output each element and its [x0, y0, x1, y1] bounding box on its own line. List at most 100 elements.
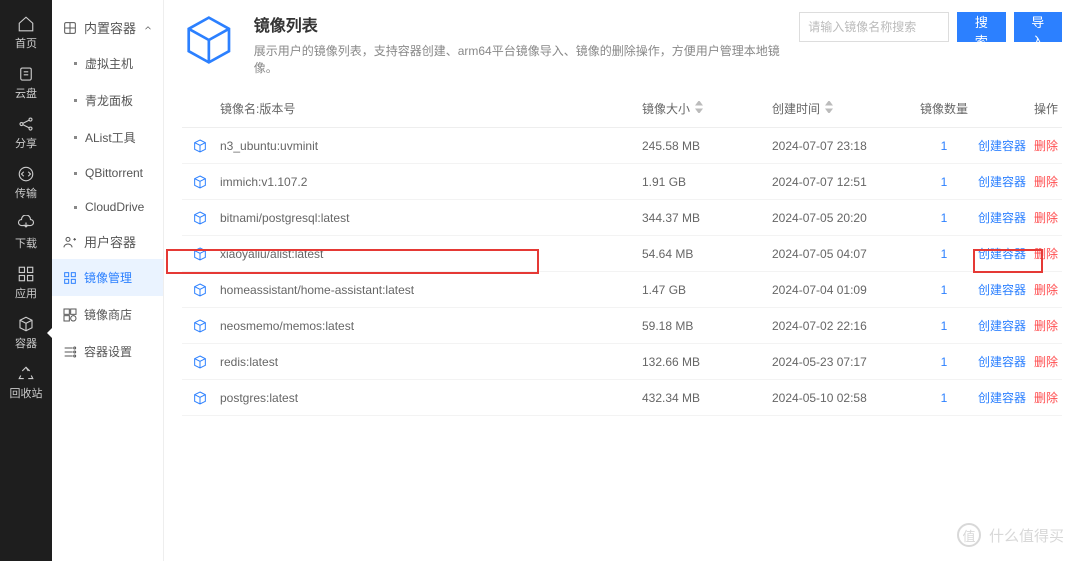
image-size: 59.18 MB: [642, 319, 772, 333]
create-container-link[interactable]: 创建容器: [978, 247, 1026, 261]
table-row: postgres:latest432.34 MB2024-05-10 02:58…: [182, 380, 1062, 416]
image-name[interactable]: homeassistant/home-assistant:latest: [182, 283, 642, 297]
row-ops: 创建容器删除: [976, 317, 1062, 334]
col-header-op: 操作: [976, 100, 1062, 117]
sidebar-item-4[interactable]: CloudDrive: [52, 190, 163, 224]
create-container-link[interactable]: 创建容器: [978, 211, 1026, 225]
search-button[interactable]: 搜索: [957, 12, 1005, 42]
nav-cloud[interactable]: 云盘: [0, 58, 52, 108]
table-row: n3_ubuntu:uvminit245.58 MB2024-07-07 23:…: [182, 128, 1062, 164]
nav-apps[interactable]: 应用: [0, 258, 52, 308]
image-time: 2024-07-02 22:16: [772, 319, 912, 333]
table-row: redis:latest132.66 MB2024-05-23 07:171创建…: [182, 344, 1062, 380]
image-name[interactable]: bitnami/postgresql:latest: [182, 211, 642, 225]
image-name[interactable]: n3_ubuntu:uvminit: [182, 139, 642, 153]
delete-link[interactable]: 删除: [1034, 283, 1058, 297]
delete-link[interactable]: 删除: [1034, 247, 1058, 261]
delete-link[interactable]: 删除: [1034, 175, 1058, 189]
sidebar-section-user[interactable]: 用户容器: [52, 224, 163, 259]
import-button[interactable]: 导入: [1014, 12, 1062, 42]
image-table: 镜像名:版本号 镜像大小 创建时间 镜像数量 操作 n3_ubuntu:uvmi…: [182, 90, 1062, 416]
sidebar-item-1[interactable]: 青龙面板: [52, 82, 163, 119]
nav-container[interactable]: 容器: [0, 308, 52, 358]
create-container-link[interactable]: 创建容器: [978, 139, 1026, 153]
col-header-size[interactable]: 镜像大小: [642, 100, 772, 117]
image-name[interactable]: immich:v1.107.2: [182, 175, 642, 189]
image-count[interactable]: 1: [912, 319, 976, 333]
cube-icon: [182, 12, 236, 68]
sort-icon: [694, 101, 704, 116]
nav-share[interactable]: 分享: [0, 108, 52, 158]
image-size: 1.47 GB: [642, 283, 772, 297]
image-time: 2024-07-05 20:20: [772, 211, 912, 225]
image-size: 54.64 MB: [642, 247, 772, 261]
image-size: 1.91 GB: [642, 175, 772, 189]
image-count[interactable]: 1: [912, 139, 976, 153]
table-row: immich:v1.107.21.91 GB2024-07-07 12:511创…: [182, 164, 1062, 200]
image-time: 2024-07-07 12:51: [772, 175, 912, 189]
sidebar-section-builtin[interactable]: 内置容器: [52, 10, 163, 45]
table-row: xiaoyaliu/alist:latest54.64 MB2024-07-05…: [182, 236, 1062, 272]
image-count[interactable]: 1: [912, 391, 976, 405]
image-name[interactable]: postgres:latest: [182, 391, 642, 405]
nav-download[interactable]: 下载: [0, 208, 52, 258]
nav-home[interactable]: 首页: [0, 8, 52, 58]
cube-icon: [192, 282, 208, 298]
dark-sidebar: 首页云盘分享传输下载应用容器回收站: [0, 0, 52, 561]
image-count[interactable]: 1: [912, 175, 976, 189]
sidebar-item-0[interactable]: 虚拟主机: [52, 45, 163, 82]
table-row: neosmemo/memos:latest59.18 MB2024-07-02 …: [182, 308, 1062, 344]
image-size: 245.58 MB: [642, 139, 772, 153]
col-header-name[interactable]: 镜像名:版本号: [182, 100, 642, 117]
delete-link[interactable]: 删除: [1034, 319, 1058, 333]
image-time: 2024-07-05 04:07: [772, 247, 912, 261]
create-container-link[interactable]: 创建容器: [978, 175, 1026, 189]
image-size: 432.34 MB: [642, 391, 772, 405]
table-row: homeassistant/home-assistant:latest1.47 …: [182, 272, 1062, 308]
image-count[interactable]: 1: [912, 283, 976, 297]
row-ops: 创建容器删除: [976, 209, 1062, 226]
image-size: 344.37 MB: [642, 211, 772, 225]
image-time: 2024-07-07 23:18: [772, 139, 912, 153]
sidebar-item-2[interactable]: AList工具: [52, 119, 163, 156]
sidebar-image-store[interactable]: 镜像商店: [52, 296, 163, 333]
table-header: 镜像名:版本号 镜像大小 创建时间 镜像数量 操作: [182, 90, 1062, 128]
nav-recycle[interactable]: 回收站: [0, 358, 52, 408]
image-count[interactable]: 1: [912, 247, 976, 261]
row-ops: 创建容器删除: [976, 173, 1062, 190]
delete-link[interactable]: 删除: [1034, 211, 1058, 225]
create-container-link[interactable]: 创建容器: [978, 283, 1026, 297]
table-row: bitnami/postgresql:latest344.37 MB2024-0…: [182, 200, 1062, 236]
cube-icon: [192, 210, 208, 226]
nav-transfer[interactable]: 传输: [0, 158, 52, 208]
row-ops: 创建容器删除: [976, 245, 1062, 262]
image-count[interactable]: 1: [912, 211, 976, 225]
sidebar-container-settings[interactable]: 容器设置: [52, 333, 163, 370]
search-input[interactable]: [799, 12, 949, 42]
image-name[interactable]: xiaoyaliu/alist:latest: [182, 247, 642, 261]
image-time: 2024-05-23 07:17: [772, 355, 912, 369]
image-count[interactable]: 1: [912, 355, 976, 369]
watermark: 值 什么值得买: [957, 523, 1064, 547]
image-name[interactable]: neosmemo/memos:latest: [182, 319, 642, 333]
cube-icon: [192, 390, 208, 406]
delete-link[interactable]: 删除: [1034, 391, 1058, 405]
sidebar-item-3[interactable]: QBittorrent: [52, 156, 163, 190]
delete-link[interactable]: 删除: [1034, 139, 1058, 153]
image-name[interactable]: redis:latest: [182, 355, 642, 369]
sidebar-image-manage[interactable]: 镜像管理: [52, 259, 163, 296]
create-container-link[interactable]: 创建容器: [978, 391, 1026, 405]
light-sidebar: 内置容器 虚拟主机青龙面板AList工具QBittorrentCloudDriv…: [52, 0, 164, 561]
create-container-link[interactable]: 创建容器: [978, 355, 1026, 369]
sort-icon: [824, 101, 834, 116]
cube-icon: [192, 174, 208, 190]
delete-link[interactable]: 删除: [1034, 355, 1058, 369]
image-time: 2024-07-04 01:09: [772, 283, 912, 297]
create-container-link[interactable]: 创建容器: [978, 319, 1026, 333]
col-header-time[interactable]: 创建时间: [772, 100, 912, 117]
row-ops: 创建容器删除: [976, 389, 1062, 406]
image-time: 2024-05-10 02:58: [772, 391, 912, 405]
page-subtitle: 展示用户的镜像列表，支持容器创建、arm64平台镜像导入、镜像的删除操作，方便用…: [254, 42, 782, 76]
row-ops: 创建容器删除: [976, 137, 1062, 154]
image-size: 132.66 MB: [642, 355, 772, 369]
